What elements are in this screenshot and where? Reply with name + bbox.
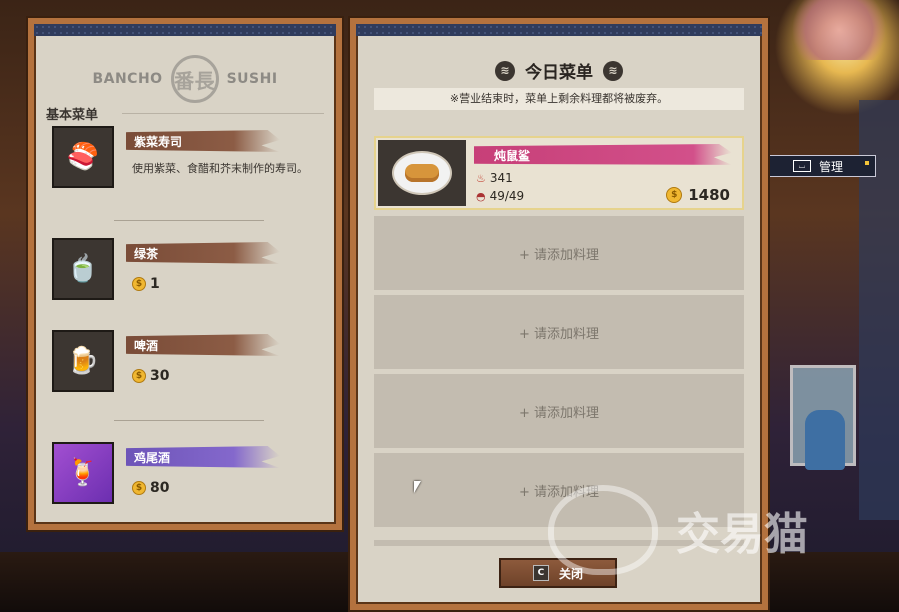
menu-item-cocktail[interactable]: 🍹 鸡尾酒 $ 80 [46, 442, 336, 506]
item-name: 鸡尾酒 [134, 451, 171, 465]
servings-value: 49/49 [489, 189, 525, 203]
coin-icon: $ [666, 187, 683, 203]
wave-ornament-icon: ≋ [603, 60, 623, 81]
space-key-icon: ⌴ [793, 160, 811, 172]
brand-left-text: BANCHO [92, 71, 163, 87]
menu-notice: ※营业结束时，菜单上剩余料理都将被废弃。 [374, 88, 744, 110]
green-tea-icon: 🍵 [52, 238, 114, 300]
menu-item-beer[interactable]: 🍺 啤酒 $ 30 [46, 330, 336, 394]
taste-value: 341 [489, 171, 513, 185]
item-price: $ 80 [132, 480, 169, 496]
bowl-icon: ◓ [476, 189, 486, 203]
manage-label: 管理 [819, 159, 844, 174]
item-name: 紫菜寿司 [134, 135, 183, 149]
cocktail-icon: 🍹 [52, 442, 114, 504]
item-divider [114, 220, 264, 221]
section-divider [122, 113, 324, 114]
basic-menu-panel: BANCHO 番長 SUSHI 基本菜单 🍣 紫菜寿司 使用紫菜、食醋和芥末制作… [28, 18, 342, 530]
wave-ornament-icon: ≋ [495, 60, 515, 81]
taste-stat: ♨ 341 [476, 171, 513, 185]
price-value: 30 [150, 368, 170, 384]
add-dish-label: + 请添加料理 [518, 327, 600, 342]
coin-icon: $ [132, 277, 146, 291]
item-description: 使用紫菜、食醋和芥末制作的寿司。 [132, 162, 308, 175]
brand-right-text: SUSHI [226, 71, 278, 87]
price-value: 80 [150, 480, 170, 496]
price-value: 1480 [688, 186, 730, 204]
sushi-roll-icon: 🍣 [52, 126, 114, 188]
item-divider [114, 420, 264, 421]
dish-name: 炖鼠鲨 [494, 149, 531, 163]
item-name: 绿茶 [134, 247, 159, 261]
add-dish-label: + 请添加料理 [518, 406, 600, 421]
menu-slot-4[interactable]: + 请添加料理 [374, 374, 744, 448]
menu-slot-6-partial [374, 540, 744, 546]
cherry-blossom-decoration [779, 0, 899, 60]
coin-icon: $ [132, 369, 146, 383]
menu-slot-1[interactable]: 炖鼠鲨 ♨ 341 ◓ 49/49 $ 1480 [374, 136, 744, 210]
brand-header: BANCHO 番長 SUSHI [34, 54, 336, 104]
c-key-icon: C [532, 565, 549, 581]
item-name: 啤酒 [134, 339, 159, 353]
beer-icon: 🍺 [52, 330, 114, 392]
todays-menu-panel: ≋ 今日菜单 ≋ ※营业结束时，菜单上剩余料理都将被废弃。 炖鼠鲨 ♨ 341 … [350, 18, 768, 610]
menu-item-green-tea[interactable]: 🍵 绿茶 $ 1 [46, 238, 336, 302]
menu-slot-2[interactable]: + 请添加料理 [374, 216, 744, 290]
menu-slot-5[interactable]: + 请添加料理 [374, 453, 744, 527]
dish-thumbnail [378, 140, 466, 206]
coin-icon: $ [132, 481, 146, 495]
mouse-cursor-icon [414, 481, 421, 493]
item-price: $ 1 [132, 276, 160, 292]
title-text: 今日菜单 [525, 63, 593, 83]
section-title: 基本菜单 [46, 108, 99, 123]
notification-dot [865, 161, 869, 165]
servings-stat: ◓ 49/49 [476, 189, 524, 203]
dish-price: $ 1480 [666, 186, 730, 204]
close-button[interactable]: C 关闭 [499, 558, 617, 588]
item-price: $ 30 [132, 368, 169, 384]
manage-button[interactable]: ⌴ 管理 [754, 155, 876, 177]
menu-slot-3[interactable]: + 请添加料理 [374, 295, 744, 369]
background-chef [805, 410, 845, 470]
add-dish-label: + 请添加料理 [518, 248, 600, 263]
panel-top-bar [356, 24, 762, 36]
panel-title: ≋ 今日菜单 ≋ [356, 58, 762, 83]
bancho-logo-icon: 番長 [170, 55, 219, 103]
add-dish-label: + 请添加料理 [518, 485, 600, 500]
braised-shark-icon [392, 151, 452, 195]
close-label: 关闭 [558, 566, 583, 581]
panel-top-bar [34, 24, 336, 36]
price-value: 1 [150, 276, 160, 292]
taste-icon: ♨ [476, 171, 486, 185]
menu-item-seaweed-sushi[interactable]: 🍣 紫菜寿司 使用紫菜、食醋和芥末制作的寿司。 [46, 126, 336, 190]
